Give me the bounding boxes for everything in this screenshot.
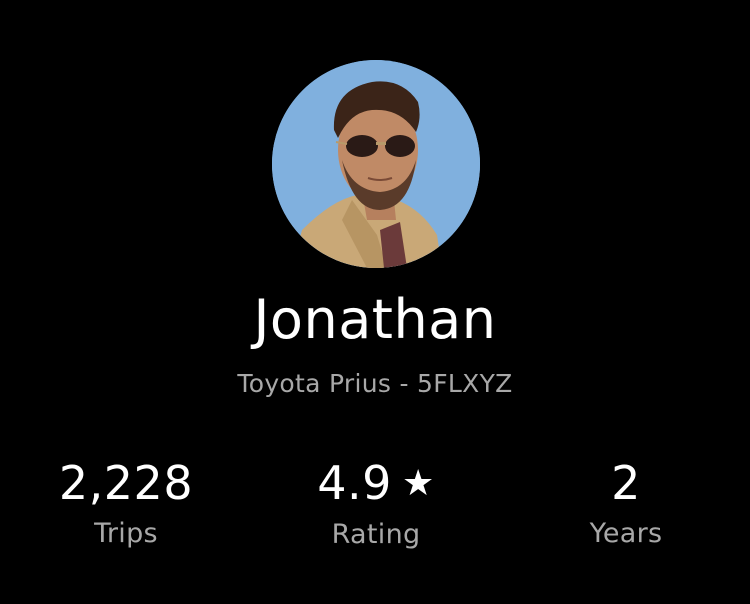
stat-rating: 4.9 ★ Rating xyxy=(256,452,496,555)
years-label: Years xyxy=(589,518,663,549)
driver-photo xyxy=(272,60,480,268)
stat-trips: 2,228 Trips xyxy=(6,452,246,554)
trips-label: Trips xyxy=(94,518,158,549)
vehicle-info: Toyota Prius - 5FLXYZ xyxy=(237,369,513,398)
stat-years: 2 Years xyxy=(506,452,746,554)
rating-label: Rating xyxy=(331,519,421,550)
years-count: 2 xyxy=(611,456,641,510)
driver-stats: 2,228 Trips 4.9 ★ Rating 2 Years xyxy=(0,452,750,562)
driver-name: Jonathan xyxy=(253,288,497,351)
star-icon: ★ xyxy=(401,463,435,504)
driver-avatar xyxy=(272,60,480,268)
trips-count: 2,228 xyxy=(58,456,194,510)
rating-value-row: 4.9 ★ xyxy=(256,452,496,515)
rating-value: 4.9 xyxy=(317,456,392,510)
